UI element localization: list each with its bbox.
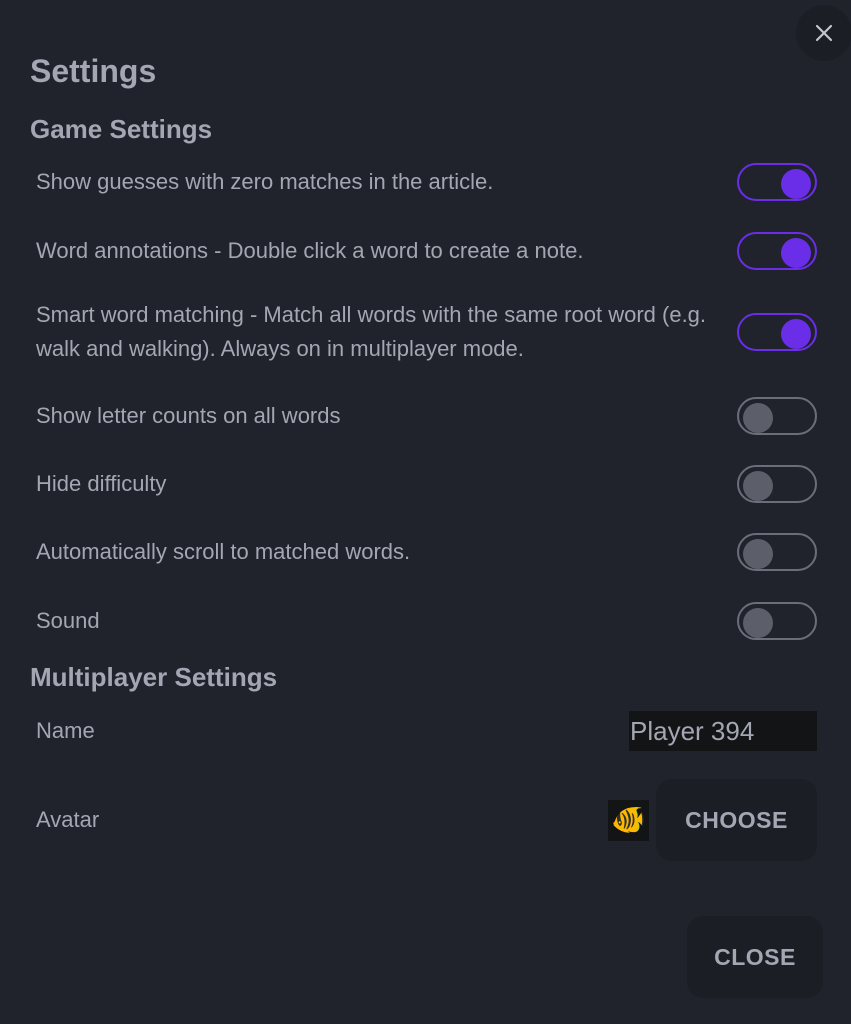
setting-row-smart-matching: Smart word matching - Match all words wi… xyxy=(36,298,817,366)
letter-counts-toggle[interactable] xyxy=(737,397,817,435)
game-settings-heading: Game Settings xyxy=(30,114,213,144)
setting-label: Smart word matching - Match all words wi… xyxy=(36,302,707,361)
toggle-knob xyxy=(743,539,773,569)
close-icon xyxy=(815,24,833,42)
setting-label: Hide difficulty xyxy=(36,471,167,496)
name-row: Name xyxy=(36,711,817,751)
toggle-knob xyxy=(781,319,811,349)
avatar-group: 🐠 CHOOSE xyxy=(608,779,817,861)
setting-row-auto-scroll: Automatically scroll to matched words. xyxy=(36,533,817,571)
smart-matching-toggle[interactable] xyxy=(737,313,817,351)
setting-row-hide-difficulty: Hide difficulty xyxy=(36,465,817,503)
multiplayer-settings-heading: Multiplayer Settings xyxy=(30,662,278,692)
toggle-knob xyxy=(743,403,773,433)
choose-avatar-button[interactable]: CHOOSE xyxy=(656,779,817,861)
setting-label: Word annotations - Double click a word t… xyxy=(36,238,584,263)
name-label: Name xyxy=(36,718,95,743)
setting-row-letter-counts: Show letter counts on all words xyxy=(36,397,817,435)
setting-label: Show letter counts on all words xyxy=(36,403,341,428)
toggle-knob xyxy=(781,238,811,268)
setting-row-sound: Sound xyxy=(36,602,817,640)
setting-label: Show guesses with zero matches in the ar… xyxy=(36,169,494,194)
hide-difficulty-toggle[interactable] xyxy=(737,465,817,503)
auto-scroll-toggle[interactable] xyxy=(737,533,817,571)
avatar-label: Avatar xyxy=(36,807,100,832)
setting-row-word-annotations: Word annotations - Double click a word t… xyxy=(36,232,817,270)
name-input[interactable] xyxy=(629,711,817,751)
avatar-row: Avatar 🐠 CHOOSE xyxy=(36,779,817,861)
close-button[interactable]: CLOSE xyxy=(687,916,823,998)
setting-label: Automatically scroll to matched words. xyxy=(36,539,411,564)
word-annotations-toggle[interactable] xyxy=(737,232,817,270)
close-dialog-button[interactable] xyxy=(796,5,851,61)
page-title: Settings xyxy=(30,53,157,89)
setting-label: Sound xyxy=(36,608,100,633)
toggle-knob xyxy=(743,608,773,638)
zero-matches-toggle[interactable] xyxy=(737,163,817,201)
avatar-fish-icon: 🐠 xyxy=(608,799,649,841)
setting-row-zero-matches: Show guesses with zero matches in the ar… xyxy=(36,163,817,201)
sound-toggle[interactable] xyxy=(737,602,817,640)
toggle-knob xyxy=(743,471,773,501)
toggle-knob xyxy=(781,169,811,199)
